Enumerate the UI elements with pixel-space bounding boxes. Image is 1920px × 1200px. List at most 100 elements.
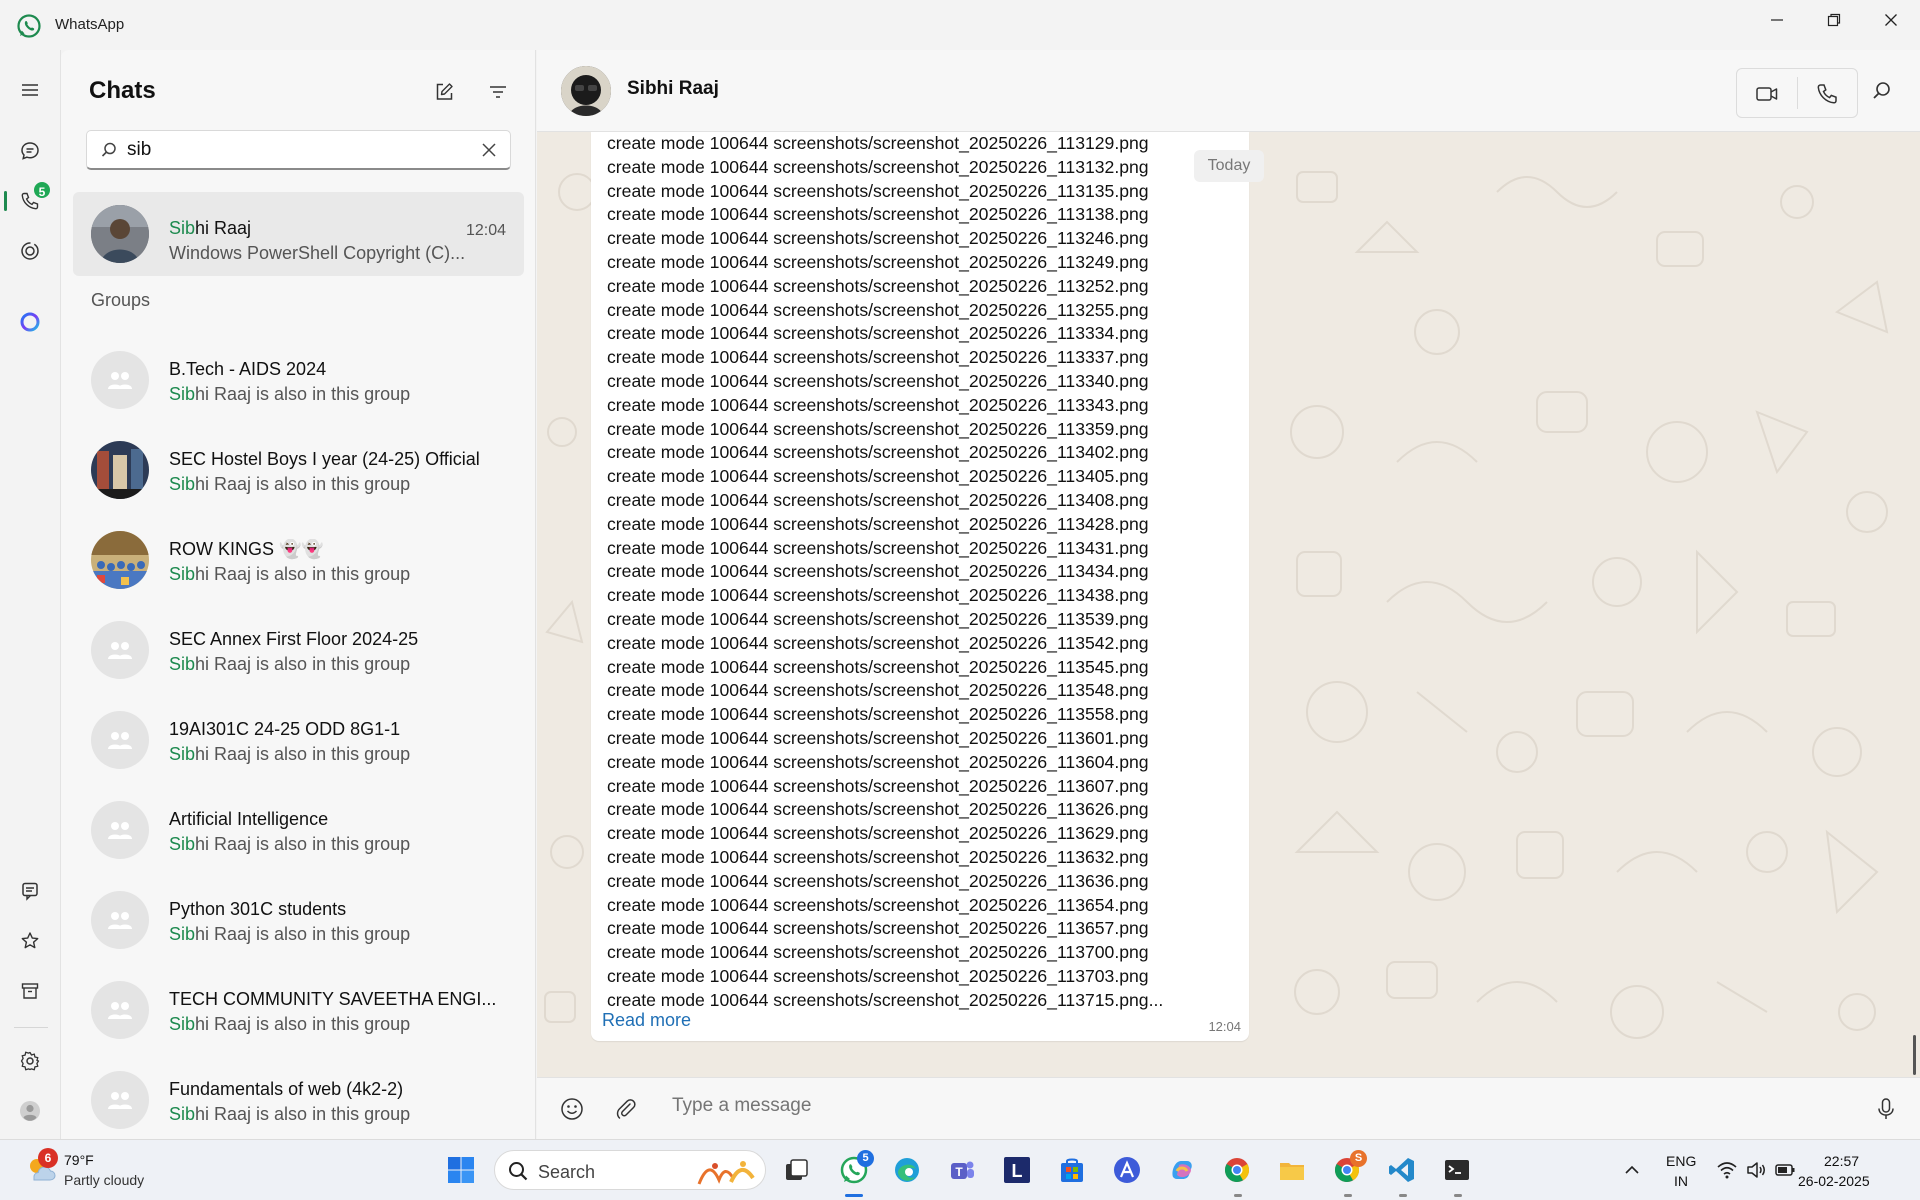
group-row[interactable]: Artificial Intelligence Sibhi Raaj is als… (73, 800, 524, 884)
taskbar-teams[interactable]: T (945, 1153, 979, 1187)
chats-nav-button[interactable] (14, 135, 46, 167)
group-row[interactable]: SEC Hostel Boys I year (24-25) Official S… (73, 440, 524, 524)
meta-ai-button[interactable] (14, 306, 46, 338)
calls-nav-button[interactable] (14, 185, 46, 217)
close-icon (1884, 14, 1897, 26)
clock-date[interactable]: 26-02-2025 (1798, 1173, 1870, 1189)
contact-name[interactable]: Sibhi Raaj (627, 78, 719, 100)
settings-button[interactable] (14, 1045, 46, 1077)
weather-temperature[interactable]: 79°F (64, 1152, 94, 1168)
group-member-note: Sibhi Raaj is also in this group (169, 744, 410, 765)
group-row[interactable]: ROW KINGS 👻👻 Sibhi Raaj is also in this g… (73, 530, 524, 614)
message-line: create mode 100644 screenshots/screensho… (607, 133, 1149, 153)
message-input[interactable] (672, 1095, 1772, 1117)
new-chat-icon (436, 83, 453, 100)
group-row[interactable]: 19AI301C 24-25 ODD 8G1-1 Sibhi Raaj is al… (73, 710, 524, 794)
group-name: ROW KINGS 👻👻 (169, 539, 324, 559)
taskbar-edge[interactable] (890, 1153, 924, 1187)
chat-row-sibhi-raaj[interactable]: Sibhi Raaj 12:04 Windows PowerShell Copy… (73, 192, 524, 276)
message-line: create mode 100644 screenshots/screensho… (607, 513, 1149, 534)
group-row[interactable]: TECH COMMUNITY SAVEETHA ENGI... Sibhi Raa… (73, 980, 524, 1064)
communities-nav-button[interactable] (14, 875, 46, 907)
group-member-note: Sibhi Raaj is also in this group (169, 654, 410, 675)
contact-avatar[interactable] (561, 66, 611, 116)
restore-button[interactable] (1805, 0, 1862, 40)
group-avatar (91, 621, 149, 679)
microphone-icon[interactable] (1873, 1096, 1899, 1122)
group-name: Artificial Intelligence (169, 809, 329, 829)
video-call-icon[interactable] (1754, 81, 1780, 107)
group-member-note: Sibhi Raaj is also in this group (169, 924, 410, 945)
starred-messages-button[interactable] (14, 925, 46, 957)
taskbar-vscode[interactable] (1385, 1153, 1419, 1187)
navigation-rail: 5 (0, 50, 61, 1139)
search-input[interactable] (127, 138, 447, 162)
message-scrollbar[interactable] (1913, 1035, 1916, 1075)
close-window-button[interactable] (1862, 0, 1919, 40)
message-line: create mode 100644 screenshots/screensho… (607, 727, 1149, 748)
task-view-button[interactable] (779, 1153, 813, 1187)
member-note-rest: hi Raaj is also in this group (195, 834, 411, 854)
taskbar-file-explorer[interactable] (1275, 1153, 1309, 1187)
message-composer (537, 1077, 1920, 1139)
weather-alert-badge: 6 (38, 1148, 58, 1168)
l-app-icon: L (1004, 1157, 1030, 1183)
restore-icon (1827, 13, 1840, 27)
battery-icon[interactable] (1774, 1159, 1796, 1181)
taskbar-search-box[interactable]: Search (494, 1150, 766, 1190)
search-match: Sib (169, 564, 196, 584)
meta-ai-icon (20, 312, 40, 332)
minimize-button[interactable] (1748, 0, 1805, 40)
message-line: create mode 100644 screenshots/screensho… (607, 918, 1149, 939)
vscode-running-indicator (1399, 1194, 1407, 1197)
clear-search-icon[interactable] (480, 141, 498, 159)
start-button[interactable] (444, 1153, 478, 1187)
menu-button[interactable] (14, 74, 46, 106)
status-nav-button[interactable] (14, 235, 46, 267)
message-line: create mode 100644 screenshots/screensho… (607, 299, 1149, 320)
message-area[interactable]: create mode 100644 screenshots/screensho… (537, 132, 1920, 1077)
taskbar-l-app[interactable]: L (1000, 1153, 1034, 1187)
message-text: create mode 100644 screenshots/screensho… (607, 132, 1163, 1012)
search-box[interactable] (86, 130, 511, 170)
clock-time[interactable]: 22:57 (1824, 1153, 1859, 1169)
group-name: TECH COMMUNITY SAVEETHA ENGI... (169, 989, 497, 1009)
wifi-icon[interactable] (1716, 1159, 1738, 1181)
profile-button[interactable] (14, 1095, 46, 1127)
conversation-header[interactable]: Sibhi Raaj (537, 50, 1920, 132)
input-language[interactable]: ENG (1666, 1153, 1696, 1169)
gear-icon (20, 1051, 40, 1071)
taskbar-chrome-profile-1[interactable] (1220, 1153, 1254, 1187)
taskbar-terminal[interactable] (1440, 1153, 1474, 1187)
input-region[interactable]: IN (1674, 1173, 1688, 1189)
group-row[interactable]: Python 301C students Sibhi Raaj is also i… (73, 890, 524, 974)
minimize-icon (1770, 19, 1783, 21)
taskbar-microsoft-store[interactable] (1055, 1153, 1089, 1187)
search-match: Sib (169, 218, 196, 238)
volume-icon[interactable] (1745, 1159, 1767, 1181)
archived-chats-button[interactable] (14, 975, 46, 1007)
chat-preview: Windows PowerShell Copyright (C)... (169, 243, 466, 263)
group-row[interactable]: SEC Annex First Floor 2024-25 Sibhi Raaj … (73, 620, 524, 704)
voice-call-icon[interactable] (1814, 81, 1840, 107)
chevron-up-icon[interactable] (1621, 1159, 1643, 1181)
read-more-link[interactable]: Read more (602, 1010, 691, 1031)
message-bubble[interactable]: create mode 100644 screenshots/screensho… (591, 132, 1249, 1041)
weather-description[interactable]: Partly cloudy (64, 1172, 144, 1188)
member-note-rest: hi Raaj is also in this group (195, 1104, 411, 1124)
taskbar-copilot[interactable] (1165, 1153, 1199, 1187)
emoji-icon[interactable] (559, 1096, 585, 1122)
filter-button[interactable] (482, 76, 514, 108)
group-people-icon (108, 1092, 132, 1109)
member-note-rest: hi Raaj is also in this group (195, 564, 411, 584)
search-match: Sib (169, 924, 196, 944)
attach-icon[interactable] (613, 1096, 639, 1122)
call-buttons (1736, 68, 1858, 118)
group-row[interactable]: B.Tech - AIDS 2024 Sibhi Raaj is also in … (73, 350, 524, 434)
new-chat-button[interactable] (428, 76, 460, 108)
search-in-chat-icon[interactable] (1870, 79, 1894, 103)
chat-time: 12:04 (465, 222, 506, 239)
taskbar-affinity-app[interactable] (1110, 1153, 1144, 1187)
group-name: Python 301C students (169, 899, 347, 919)
message-line: create mode 100644 screenshots/screensho… (607, 228, 1149, 249)
